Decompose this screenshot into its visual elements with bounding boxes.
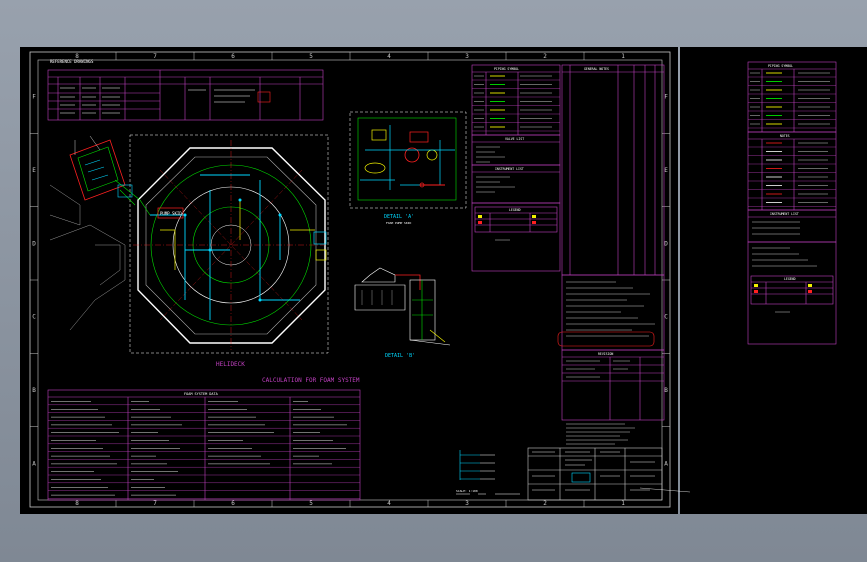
pump-skid-label: PUMP SKID: [160, 211, 182, 216]
row-marker: F: [32, 94, 36, 101]
column-marker: 5: [309, 500, 313, 507]
cad-drawing-canvas[interactable]: 87654321 87654321 FEDCBA FEDCBA REFERENC…: [0, 0, 867, 562]
column-marker: 1: [621, 500, 625, 507]
row-marker: E: [664, 167, 668, 174]
detail-b-title: DETAIL 'B': [385, 353, 415, 359]
column-marker: 2: [543, 53, 547, 60]
column-marker: 6: [231, 53, 235, 60]
column-marker: 5: [309, 53, 313, 60]
calculation-title: CALCULATION FOR FOAM SYSTEM: [262, 377, 360, 384]
row-marker: F: [664, 94, 668, 101]
side-sheet: [680, 47, 867, 514]
main-notes-title: GENERAL NOTES: [584, 67, 609, 71]
detail-a-subtitle: FOAM PUMP SKID: [386, 221, 411, 225]
row-marker: D: [664, 240, 668, 247]
column-marker: 8: [75, 500, 79, 507]
piping-panel-title: PIPING SYMBOL: [494, 67, 519, 71]
column-marker: 7: [153, 500, 157, 507]
column-marker: 3: [465, 500, 469, 507]
detail-a-title: DETAIL 'A': [384, 214, 414, 220]
row-marker: A: [32, 460, 36, 467]
valve-panel-title: VALVE LIST: [505, 137, 524, 141]
side-notes-title: NOTES: [780, 134, 790, 138]
helideck-title: HELIDECK: [216, 361, 245, 368]
row-marker: E: [32, 167, 36, 174]
row-marker: A: [664, 460, 668, 467]
instrument-panel-title: INSTRUMENT LIST: [495, 167, 524, 171]
header-label: REFERENCE DRAWINGS: [50, 59, 94, 64]
side-legend-title: LEGEND: [784, 277, 796, 281]
column-marker: 4: [387, 53, 391, 60]
revision-title: REVISION: [598, 352, 613, 356]
column-marker: 6: [231, 500, 235, 507]
side-symbol-title: PIPING SYMBOL: [768, 64, 793, 68]
row-marker: B: [32, 387, 36, 394]
row-marker: C: [32, 314, 36, 321]
row-marker: D: [32, 240, 36, 247]
side-inst-title: INSTRUMENT LIST: [770, 212, 799, 216]
foam-data-heading: FOAM SYSTEM DATA: [184, 392, 219, 396]
column-marker: 7: [153, 53, 157, 60]
column-marker: 1: [621, 53, 625, 60]
column-marker: 2: [543, 500, 547, 507]
column-marker: 4: [387, 500, 391, 507]
scale-label: SCALE: 1:100: [456, 489, 478, 493]
row-marker: C: [664, 314, 668, 321]
row-marker: B: [664, 387, 668, 394]
column-marker: 3: [465, 53, 469, 60]
legend-panel-title: LEGEND: [509, 208, 521, 212]
